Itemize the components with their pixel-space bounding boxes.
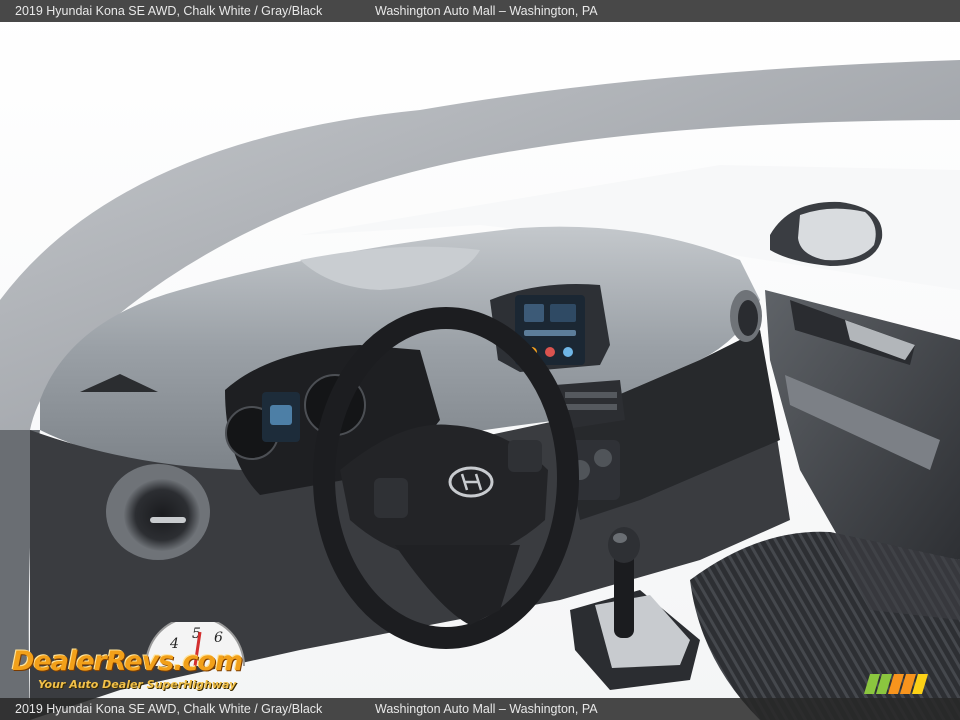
car-interior-photo (0, 0, 960, 720)
stripes-badge-icon (864, 674, 928, 694)
gauge-digit-6: 6 (214, 630, 223, 646)
watermark-brand: DealerRevs.com (12, 646, 243, 677)
right-air-vent (730, 290, 762, 342)
watermark-tagline: Your Auto Dealer SuperHighway (38, 678, 237, 691)
dealer-caption-bottom: Washington Auto Mall – Washington, PA (375, 702, 598, 716)
left-air-vent (106, 464, 210, 560)
vehicle-caption: 2019 Hyundai Kona SE AWD, Chalk White / … (15, 4, 323, 18)
vehicle-caption-bottom: 2019 Hyundai Kona SE AWD, Chalk White / … (15, 702, 323, 716)
caption-bar-top: 2019 Hyundai Kona SE AWD, Chalk White / … (0, 0, 960, 22)
caption-bar-bottom: 2019 Hyundai Kona SE AWD, Chalk White / … (0, 698, 960, 720)
dealer-caption: Washington Auto Mall – Washington, PA (375, 4, 598, 18)
dealerrevs-watermark: 4 5 6 DealerRevs.com Your Auto Dealer Su… (12, 622, 267, 694)
